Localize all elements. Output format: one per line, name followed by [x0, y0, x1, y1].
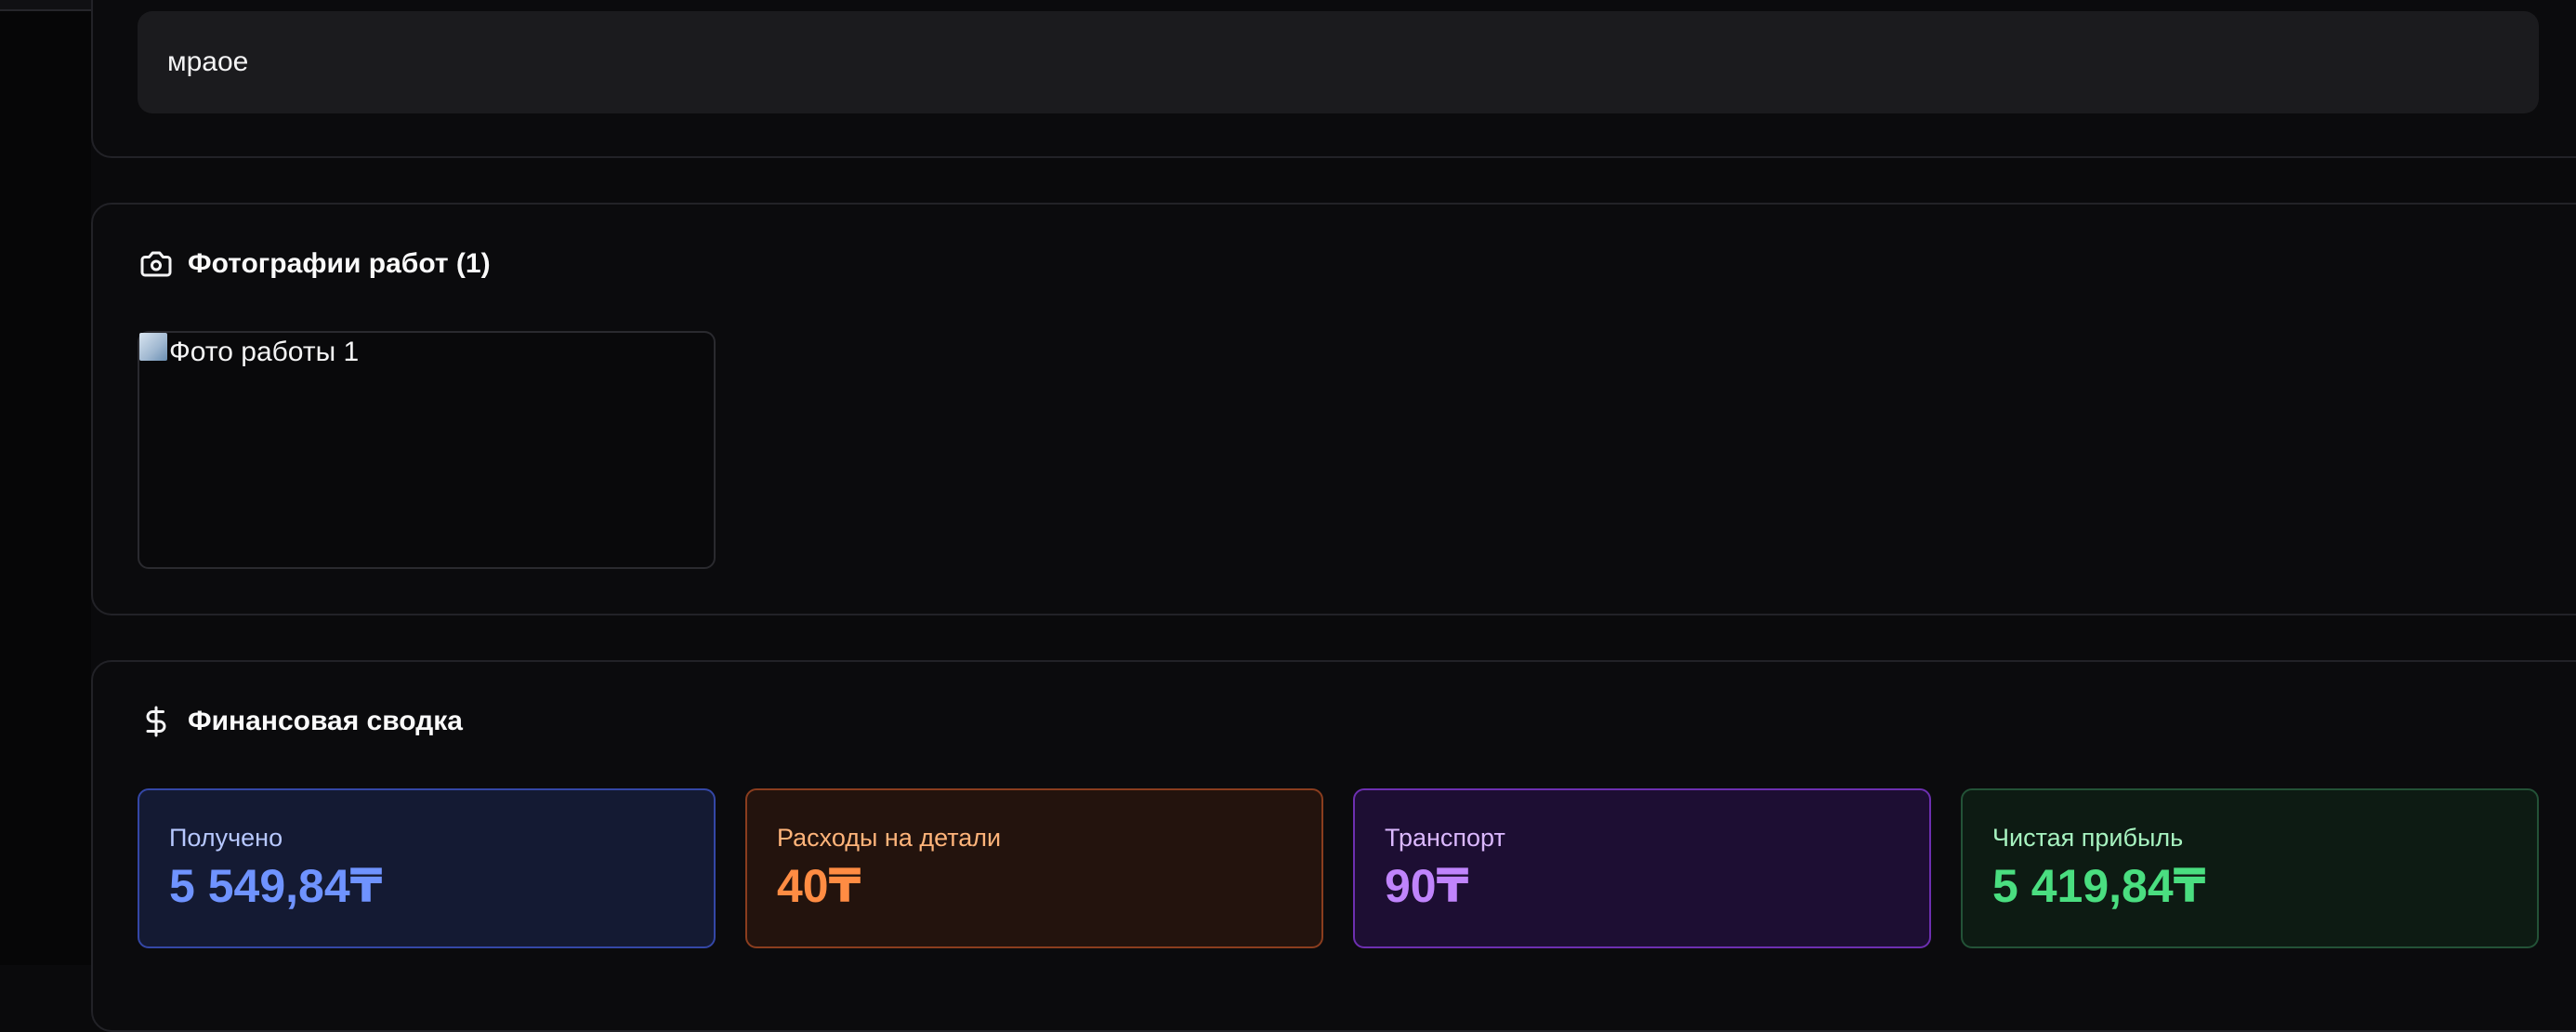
stat-parts-value: 40₸	[777, 860, 861, 912]
photo-alt-text: Фото работы 1	[169, 337, 360, 367]
photos-title: Фотографии работ (1)	[188, 248, 491, 279]
stat-profit-label: Чистая прибыль	[1992, 824, 2184, 852]
dollar-icon	[138, 703, 175, 740]
stat-transport-label: Транспорт	[1385, 824, 1505, 852]
stat-transport: Транспорт 90₸	[1353, 788, 1931, 948]
finance-title: Финансовая сводка	[188, 706, 463, 736]
stat-received-label: Получено	[169, 824, 283, 852]
notes-field: мраое	[138, 11, 2539, 113]
photos-header: Фотографии работ (1)	[138, 245, 491, 283]
notes-card: мраое	[91, 0, 2576, 158]
stat-profit: Чистая прибыль 5 419,84₸	[1961, 788, 2539, 948]
photo-thumbnail[interactable]: Фото работы 1	[138, 331, 716, 569]
stat-received-value: 5 549,84₸	[169, 860, 383, 912]
stat-parts-label: Расходы на детали	[777, 824, 1002, 852]
photos-card: Фотографии работ (1) Фото работы 1	[91, 203, 2576, 615]
camera-icon	[138, 245, 175, 283]
broken-image-icon	[139, 333, 167, 361]
stat-parts: Расходы на детали 40₸	[745, 788, 1323, 948]
stat-profit-value: 5 419,84₸	[1992, 860, 2206, 912]
finance-header: Финансовая сводка	[138, 703, 463, 740]
finance-card: Финансовая сводка Получено 5 549,84₸ Рас…	[91, 660, 2576, 1032]
stat-transport-value: 90₸	[1385, 860, 1469, 912]
left-rail	[0, 0, 91, 965]
stat-received: Получено 5 549,84₸	[138, 788, 716, 948]
notes-text: мраое	[167, 46, 249, 77]
